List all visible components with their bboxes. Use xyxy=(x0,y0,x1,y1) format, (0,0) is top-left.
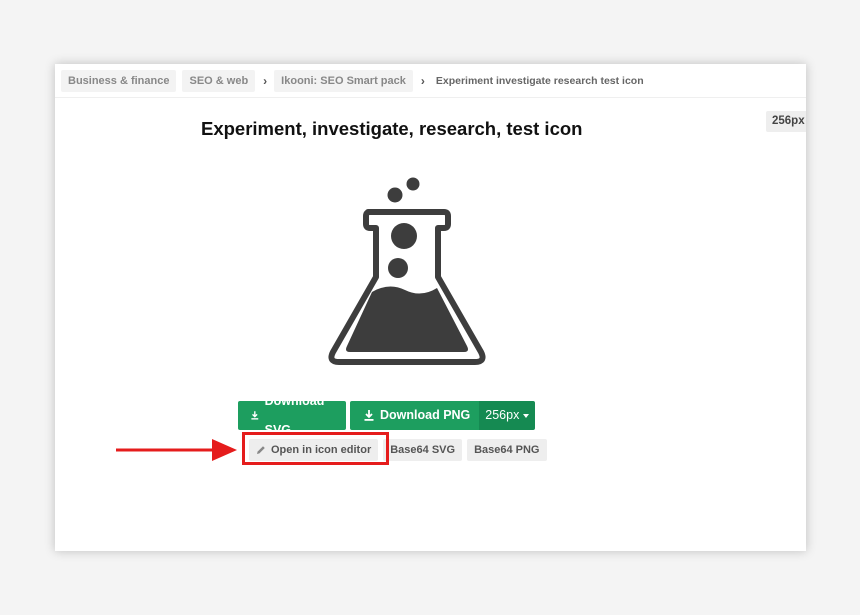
chevron-right-icon: › xyxy=(420,74,425,88)
flask-icon xyxy=(327,174,487,369)
caret-down-icon xyxy=(523,413,530,418)
breadcrumb-ikooni-pack[interactable]: Ikooni: SEO Smart pack xyxy=(274,70,413,92)
size-tag[interactable]: 256px xyxy=(766,111,806,132)
download-png-label: Download PNG xyxy=(380,408,471,422)
highlight-box xyxy=(242,432,389,465)
download-icon xyxy=(251,411,259,420)
breadcrumb-seo-web[interactable]: SEO & web xyxy=(182,70,256,92)
base64-png-button[interactable]: Base64 PNG xyxy=(467,439,547,461)
base64-svg-button[interactable]: Base64 SVG xyxy=(383,439,463,461)
download-icon xyxy=(364,410,374,421)
chevron-right-icon: › xyxy=(263,74,268,88)
download-buttons: Download SVG Download PNG 256px xyxy=(238,394,536,437)
breadcrumb: Business & finance SEO & web › Ikooni: S… xyxy=(61,69,648,93)
download-png-button[interactable]: Download PNG xyxy=(350,401,480,430)
divider xyxy=(55,97,806,98)
png-size-value: 256px xyxy=(485,408,520,422)
browser-window: Business & finance SEO & web › Ikooni: S… xyxy=(55,64,806,551)
arrow-annotation-icon xyxy=(116,439,237,461)
breadcrumb-business-finance[interactable]: Business & finance xyxy=(61,70,177,92)
download-svg-button[interactable]: Download SVG xyxy=(238,394,346,437)
png-size-dropdown[interactable]: 256px xyxy=(479,401,536,430)
breadcrumb-current: Experiment investigate research test ico… xyxy=(435,75,644,87)
page-title: Experiment, investigate, research, test … xyxy=(201,118,583,139)
